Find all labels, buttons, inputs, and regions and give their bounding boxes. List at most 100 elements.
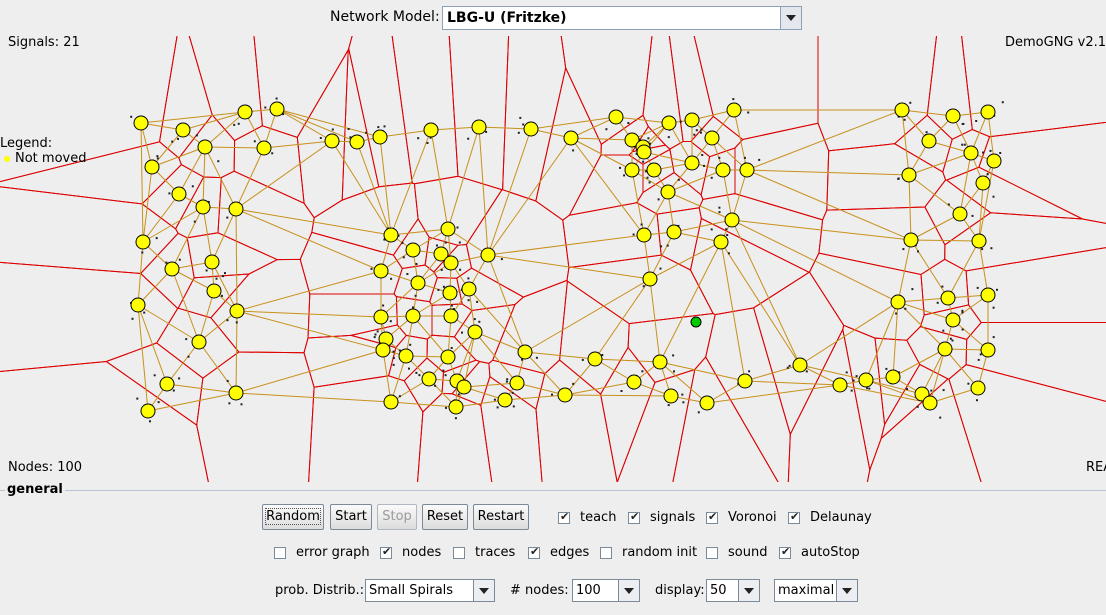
- delaunay-edge: [142, 193, 180, 243]
- signal-dot: [228, 402, 231, 405]
- signal-dot: [909, 101, 912, 104]
- signal-dot: [659, 267, 662, 270]
- network-node: [642, 271, 658, 287]
- network-node: [471, 119, 487, 135]
- option-checkbox-sound[interactable]: sound: [706, 545, 767, 560]
- network-node: [442, 285, 458, 301]
- voronoi-cell: [698, 193, 824, 273]
- checkbox-box[interactable]: [380, 545, 392, 559]
- option-checkbox-delaunay[interactable]: Delaunay: [788, 510, 872, 525]
- signal-dot: [667, 136, 670, 139]
- signal-dot: [917, 250, 919, 253]
- network-node: [646, 162, 662, 178]
- checkbox-box[interactable]: [558, 510, 570, 524]
- signal-dot: [693, 133, 696, 136]
- signal-dot: [989, 149, 992, 152]
- chevron-down-icon[interactable]: [473, 580, 494, 601]
- checkbox-box[interactable]: [706, 546, 718, 559]
- option-checkbox-traces[interactable]: traces: [453, 545, 515, 560]
- speed-select[interactable]: maximal: [774, 579, 858, 602]
- network-node: [699, 395, 715, 411]
- delaunay-edge: [929, 387, 979, 404]
- chevron-down-icon[interactable]: [738, 580, 759, 601]
- checkbox-box[interactable]: [453, 546, 465, 559]
- option-checkbox-error-graph[interactable]: error graph: [274, 545, 370, 560]
- voronoi-cell: [196, 351, 315, 482]
- signal-dot: [512, 405, 515, 408]
- option-checkbox-teach[interactable]: teach: [558, 510, 616, 525]
- signal-dot: [850, 389, 853, 392]
- delaunay-edge: [892, 348, 946, 378]
- random-button[interactable]: Random: [262, 504, 324, 530]
- option-checkbox-signals[interactable]: signals: [628, 510, 695, 525]
- option-checkbox-edges[interactable]: edges: [528, 545, 589, 560]
- checkbox-box[interactable]: [779, 545, 791, 559]
- signal-dot: [961, 143, 964, 146]
- stop-button[interactable]: Stop: [377, 504, 417, 530]
- network-node: [980, 104, 996, 120]
- signal-dot: [473, 318, 476, 321]
- delaunay-edge: [570, 137, 633, 171]
- network-node: [626, 374, 642, 390]
- display-value: 50: [710, 583, 727, 598]
- checkbox-box[interactable]: [706, 510, 718, 524]
- signal-dot: [136, 397, 139, 400]
- checkbox-box[interactable]: [274, 546, 286, 559]
- checkbox-box[interactable]: [600, 546, 612, 559]
- signal-dot: [165, 261, 168, 264]
- signal-dot: [904, 307, 907, 310]
- option-checkbox-voronoi[interactable]: Voronoi: [706, 510, 777, 525]
- signal-dot: [153, 374, 156, 377]
- delaunay-edge: [140, 111, 246, 124]
- option-checkbox-autostop[interactable]: autoStop: [779, 545, 860, 560]
- chevron-down-icon[interactable]: [618, 580, 639, 601]
- signal-dot: [845, 371, 848, 374]
- reset-button[interactable]: Reset: [422, 504, 468, 530]
- delaunay-edge: [908, 174, 961, 215]
- nodes-select[interactable]: 100: [572, 579, 640, 602]
- checkbox-box[interactable]: [628, 510, 640, 524]
- network-canvas[interactable]: [0, 36, 1106, 482]
- signal-dot: [402, 256, 405, 259]
- signal-dot: [461, 331, 463, 334]
- start-button[interactable]: Start: [330, 504, 372, 530]
- signal-dot: [253, 140, 256, 143]
- delaunay-edge: [235, 208, 392, 236]
- checkbox-box[interactable]: [528, 545, 540, 559]
- network-node: [175, 122, 191, 138]
- network-node: [373, 263, 389, 279]
- signal-dot: [925, 131, 928, 134]
- delaunay-edge: [570, 137, 645, 236]
- checkbox-label: Delaunay: [810, 510, 872, 525]
- signal-dot: [237, 122, 240, 125]
- signal-dot: [172, 389, 175, 392]
- network-node: [922, 395, 938, 411]
- network-node: [443, 308, 459, 324]
- option-checkbox-random-init[interactable]: random init: [600, 545, 697, 560]
- chevron-down-icon[interactable]: [836, 580, 857, 601]
- signal-dot: [986, 173, 989, 176]
- signal-dot: [389, 320, 392, 323]
- signal-dot: [642, 285, 645, 288]
- chevron-down-icon[interactable]: [780, 7, 801, 29]
- signal-dot: [718, 156, 721, 159]
- distrib-select[interactable]: Small Spirals: [365, 579, 495, 602]
- signal-dot: [701, 154, 704, 156]
- restart-button[interactable]: Restart: [473, 504, 529, 530]
- network-node: [197, 139, 213, 155]
- network-node: [739, 162, 755, 178]
- network-node: [398, 348, 414, 364]
- display-select[interactable]: 50: [706, 579, 760, 602]
- delaunay-edge: [166, 341, 200, 385]
- network-model-select[interactable]: LBG-U (Fritzke): [442, 6, 802, 30]
- signal-dot: [640, 223, 643, 226]
- network-node: [140, 403, 156, 419]
- option-checkbox-nodes[interactable]: nodes: [380, 545, 441, 560]
- network-node: [980, 287, 996, 303]
- checkbox-box[interactable]: [788, 510, 800, 524]
- signal-dot: [178, 258, 181, 261]
- signal-dot: [457, 393, 460, 396]
- signal-dot: [725, 228, 728, 231]
- network-node: [726, 102, 742, 118]
- voronoi-cell: [233, 125, 305, 205]
